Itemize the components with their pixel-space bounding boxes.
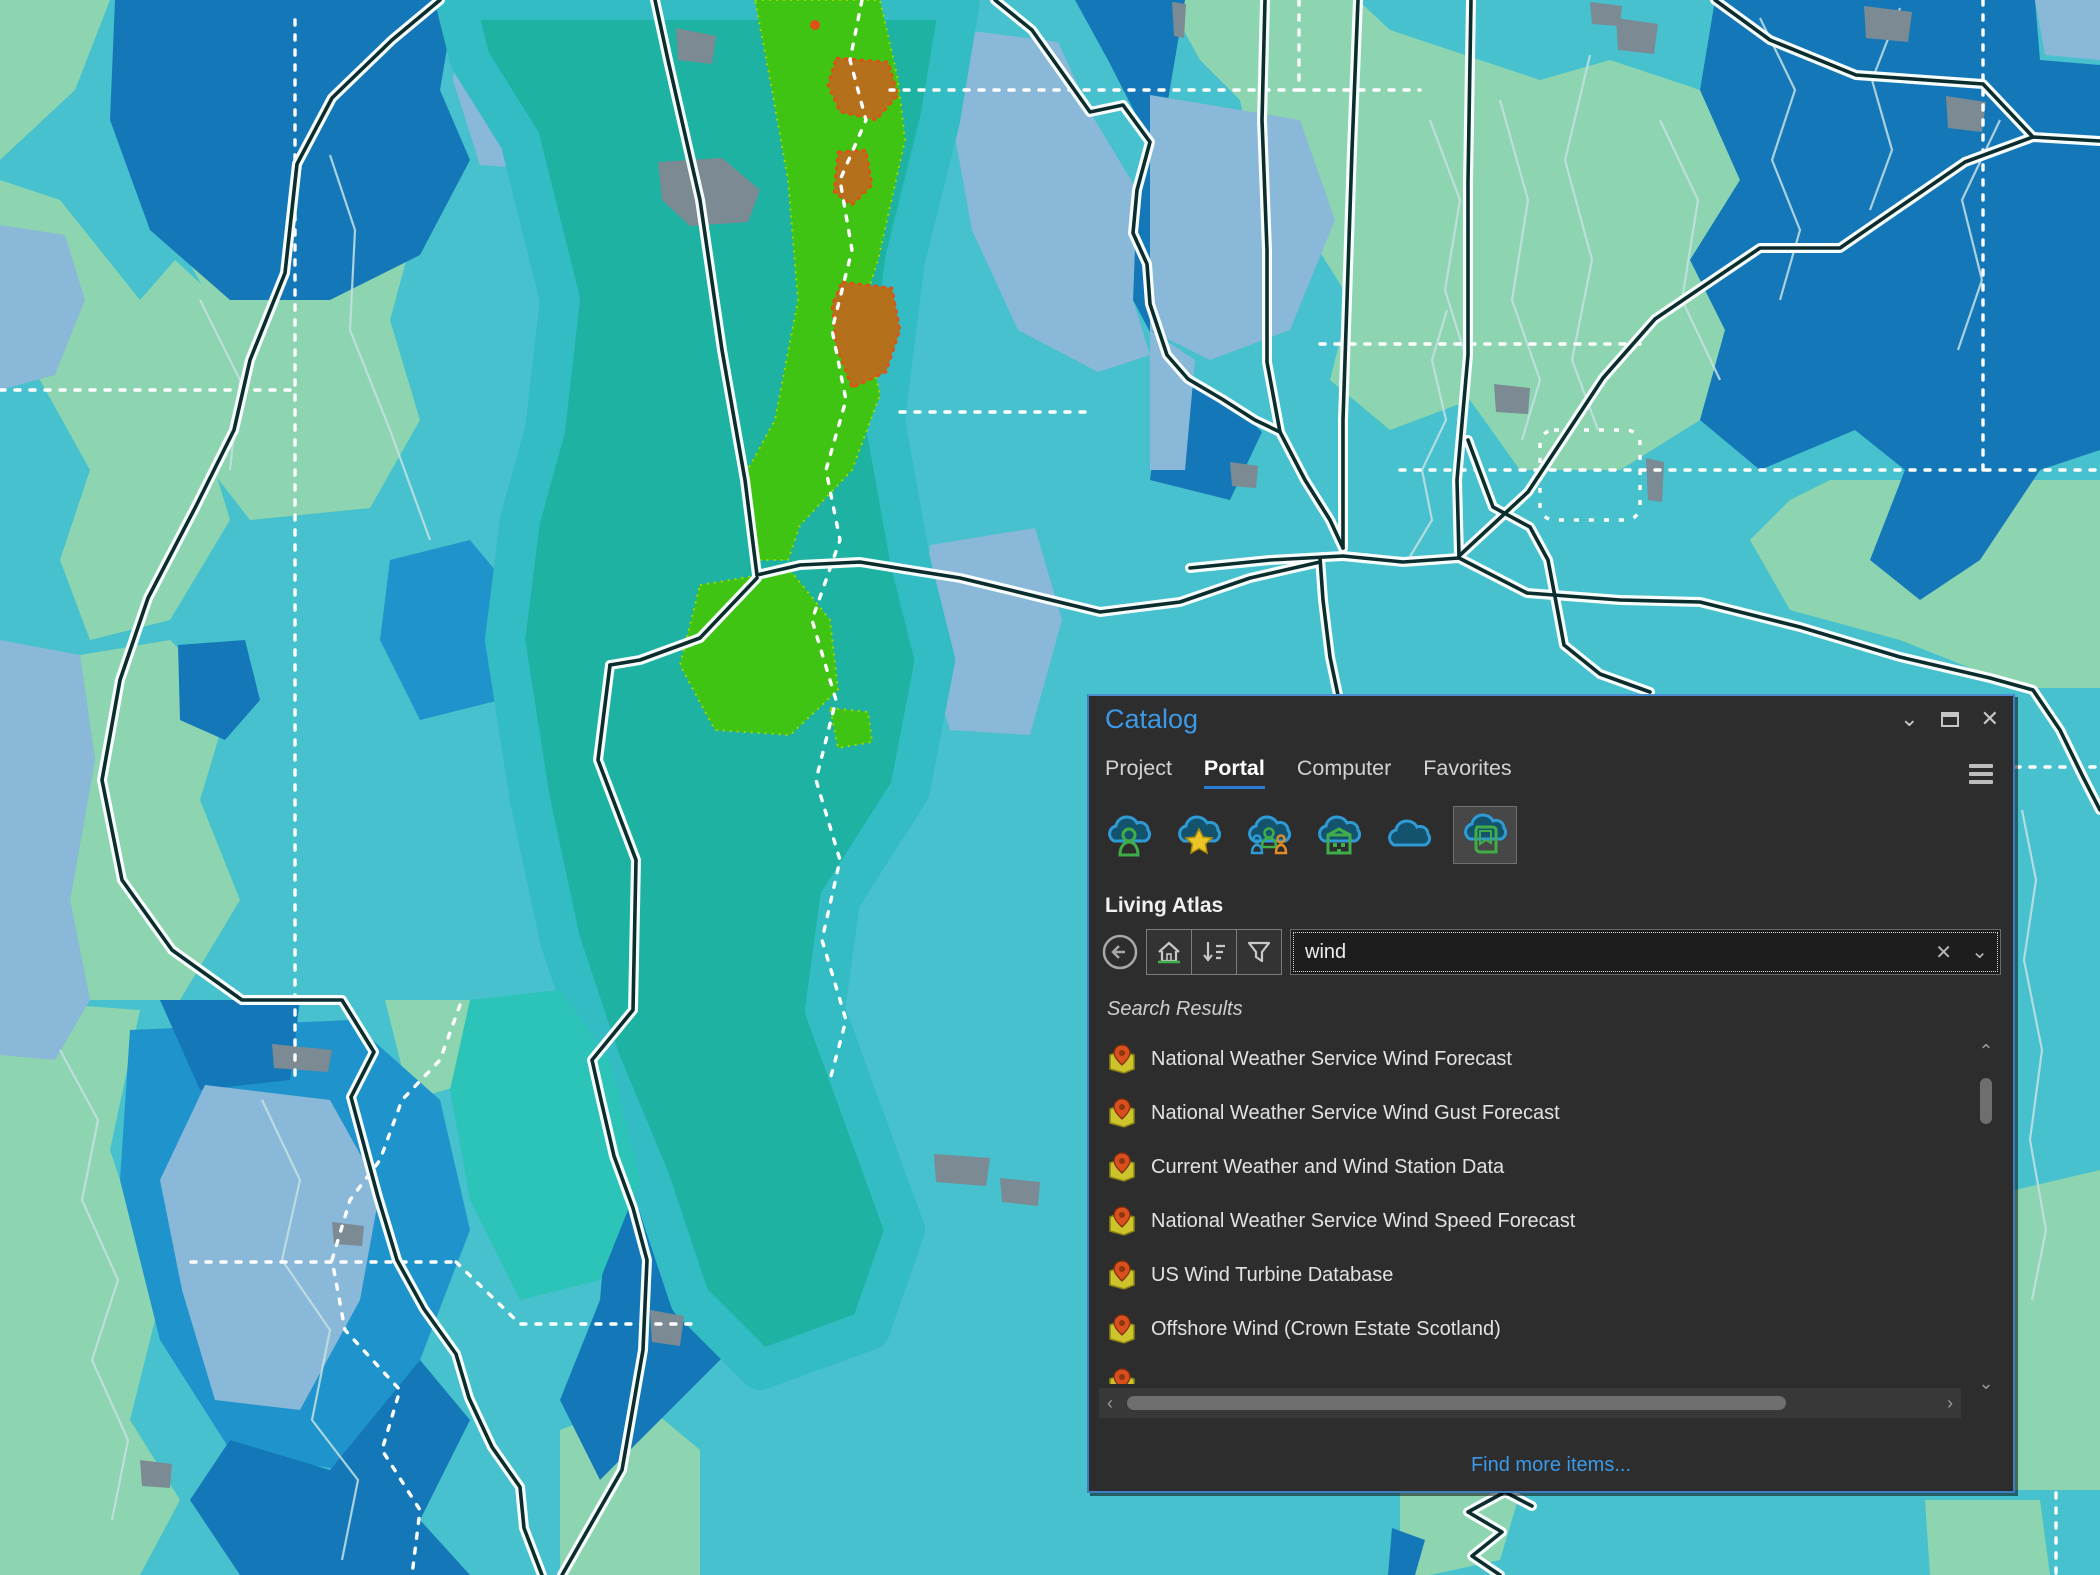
- vertical-scrollbar[interactable]: ⌃ ⌄: [1973, 1042, 1999, 1392]
- panel-float-icon[interactable]: [1941, 712, 1959, 727]
- scroll-left-icon[interactable]: ‹: [1107, 1394, 1113, 1412]
- result-row[interactable]: National Weather Service Wind Gust Forec…: [1097, 1086, 1967, 1140]
- portal-connections: [1103, 806, 1517, 864]
- layer-file-icon: [1107, 1043, 1137, 1075]
- panel-collapse-icon[interactable]: ⌄: [1900, 708, 1918, 730]
- home-button[interactable]: [1146, 929, 1192, 975]
- search-input[interactable]: wind ✕ ⌄: [1290, 929, 2001, 975]
- layer-file-icon: [1107, 1097, 1137, 1129]
- layer-file-icon: [1107, 1259, 1137, 1291]
- horizontal-scroll-thumb[interactable]: [1127, 1396, 1786, 1410]
- tab-computer[interactable]: Computer: [1297, 756, 1391, 789]
- my-content-icon[interactable]: [1103, 812, 1155, 858]
- tab-favorites[interactable]: Favorites: [1423, 756, 1511, 789]
- result-row[interactable]: US Wind Turbine Database: [1097, 1248, 1967, 1302]
- filter-button[interactable]: [1236, 929, 1282, 975]
- back-button[interactable]: [1101, 933, 1139, 971]
- my-organization-icon[interactable]: [1313, 812, 1365, 858]
- section-label: Living Atlas: [1105, 894, 1223, 918]
- catalog-panel: Catalog ⌄ ✕ Project Portal Computer Favo…: [1087, 694, 2015, 1493]
- search-results-list: National Weather Service Wind Forecast N…: [1097, 1032, 1967, 1384]
- scroll-up-icon[interactable]: ⌃: [1978, 1042, 1993, 1060]
- layer-file-icon: [1107, 1151, 1137, 1183]
- clear-search-icon[interactable]: ✕: [1935, 940, 1952, 965]
- living-atlas-icon[interactable]: [1453, 806, 1517, 864]
- tab-project[interactable]: Project: [1105, 756, 1172, 789]
- panel-window-controls: ⌄ ✕: [1900, 708, 1999, 730]
- arcgis-online-icon[interactable]: [1383, 812, 1435, 858]
- search-toolbar: wind ✕ ⌄: [1101, 928, 2001, 976]
- search-value: wind: [1305, 941, 1346, 964]
- result-row[interactable]: National Weather Service Wind Forecast: [1097, 1032, 1967, 1086]
- result-row[interactable]: Offshore Wind (Crown Estate Scotland): [1097, 1302, 1967, 1356]
- panel-title: Catalog: [1105, 704, 1198, 735]
- find-more-items-link[interactable]: Find more items...: [1089, 1454, 2013, 1477]
- result-row[interactable]: Current Weather and Wind Station Data: [1097, 1140, 1967, 1194]
- layer-file-icon: [1107, 1367, 1137, 1384]
- layer-file-icon: [1107, 1205, 1137, 1237]
- search-dropdown-icon[interactable]: ⌄: [1971, 939, 1988, 964]
- scroll-right-icon[interactable]: ›: [1947, 1394, 1953, 1412]
- my-groups-icon[interactable]: [1243, 812, 1295, 858]
- result-row-partial[interactable]: [1097, 1356, 1967, 1384]
- catalog-tabs: Project Portal Computer Favorites: [1105, 756, 1512, 789]
- layer-file-icon: [1107, 1313, 1137, 1345]
- vertical-scroll-thumb[interactable]: [1980, 1078, 1992, 1124]
- my-favorites-icon[interactable]: [1173, 812, 1225, 858]
- tab-portal[interactable]: Portal: [1204, 756, 1265, 789]
- results-heading: Search Results: [1107, 998, 1243, 1021]
- sort-button[interactable]: [1191, 929, 1237, 975]
- panel-close-icon[interactable]: ✕: [1981, 708, 1999, 730]
- menu-icon[interactable]: [1969, 764, 1993, 784]
- result-row[interactable]: National Weather Service Wind Speed Fore…: [1097, 1194, 1967, 1248]
- scroll-down-icon[interactable]: ⌄: [1978, 1374, 1993, 1392]
- horizontal-scrollbar[interactable]: ‹ ›: [1099, 1388, 1961, 1418]
